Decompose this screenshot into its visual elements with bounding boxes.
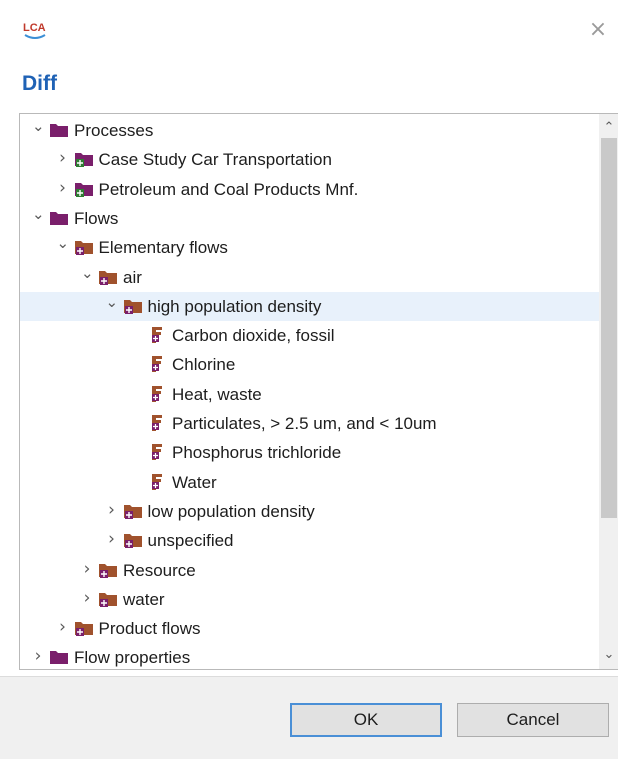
tree-item[interactable]: › Flow properties [20,643,599,669]
elementary-flow-icon [147,385,167,403]
flow-folder-icon [123,297,143,315]
tree-item-label: water [123,589,165,609]
chevron-right-icon[interactable]: › [57,150,69,167]
flow-folder-icon [74,238,94,256]
chevron-right-icon[interactable]: › [106,501,118,518]
tree-item-label: Carbon dioxide, fossil [172,326,335,346]
chevron-right-icon[interactable]: › [81,560,93,577]
tree-item-label: Chlorine [172,355,236,375]
title-bar: LCA × [0,0,618,58]
ok-button[interactable]: OK [290,703,442,737]
tree-item-label: Flows [74,208,119,228]
chevron-right-icon[interactable]: › [57,619,69,636]
tree-item-label: Water [172,472,217,492]
tree-item[interactable]: › water [20,585,599,614]
app-logo-icon: LCA [23,22,46,39]
tree-item[interactable]: Particulates, > 2.5 um, and < 10um [20,409,599,438]
tree-item-label: Particulates, > 2.5 um, and < 10um [172,414,437,433]
tree-item[interactable]: Carbon dioxide, fossil [20,321,599,350]
elementary-flow-icon [147,414,167,432]
tree-item[interactable]: ⌄ Processes [20,116,599,145]
tree-item[interactable]: ⌄ Elementary flows [20,233,599,262]
chevron-right-icon[interactable]: › [57,179,69,196]
chevron-down-icon[interactable]: ⌄ [106,294,119,309]
tree-item-label: Product flows [98,619,201,639]
elementary-flow-icon [147,355,167,373]
process-folder-icon [74,150,94,168]
category-folder-icon [49,648,69,666]
tree-view[interactable]: ⌄ Processes › Case Study Car Transportation… [19,113,618,670]
cancel-button[interactable]: Cancel [457,703,609,737]
tree-item[interactable]: › Product flows [20,614,599,643]
scroll-up-arrow-icon[interactable]: ⌃ [599,118,618,138]
tree-item[interactable]: Water [20,468,599,497]
category-folder-icon [49,121,69,139]
tree-item-label: Flow properties [74,648,191,668]
chevron-down-icon[interactable]: ⌄ [32,206,45,221]
flow-folder-icon [98,561,118,579]
tree-item[interactable]: ⌄ Flows [20,204,599,233]
tree-item-label: air [123,267,142,287]
tree-item[interactable]: ⌄ air [20,263,599,292]
tree-item-label: Petroleum and Coal Products Mnf. [98,179,359,199]
tree-item-label: Heat, waste [172,384,262,404]
elementary-flow-icon [147,443,167,461]
tree-item-label: Processes [74,121,154,140]
scrollbar-thumb[interactable] [601,138,617,518]
tree-item[interactable]: › unspecified [20,526,599,555]
tree-item-label: high population density [147,296,322,316]
tree-item-label: Resource [123,560,196,580]
chevron-down-icon[interactable]: ⌄ [81,265,94,280]
elementary-flow-icon [147,473,167,491]
tree-item[interactable]: › Petroleum and Coal Products Mnf. [20,175,599,204]
svg-text:LCA: LCA [23,22,46,34]
elementary-flow-icon [147,326,167,344]
tree-item-label: Elementary flows [98,238,228,258]
tree-item[interactable]: › low population density [20,497,599,526]
tree-item[interactable]: › Resource [20,556,599,585]
process-folder-icon [74,180,94,198]
tree-item-label: Phosphorus trichloride [172,443,342,463]
chevron-right-icon[interactable]: › [106,531,118,548]
flow-folder-icon [98,268,118,286]
tree-item[interactable]: ⌄ high population density [20,291,599,321]
flow-folder-icon [123,531,143,549]
tree-item[interactable]: Heat, waste [20,380,599,409]
chevron-right-icon[interactable]: › [32,648,44,665]
dialog-title: Diff [22,72,57,95]
flow-folder-icon [98,590,118,608]
flow-folder-icon [123,502,143,520]
chevron-right-icon[interactable]: › [81,589,93,606]
close-icon[interactable]: × [588,19,608,41]
chevron-down-icon[interactable]: ⌄ [32,119,45,134]
vertical-scrollbar[interactable]: ⌃ ⌄ [599,114,618,669]
tree-item[interactable]: Chlorine [20,350,599,379]
tree-item-label: Case Study Car Transportation [98,150,332,170]
tree-item-label: unspecified [147,531,234,551]
tree-item-label: low population density [147,501,315,521]
tree-item[interactable]: Phosphorus trichloride [20,438,599,467]
chevron-down-icon[interactable]: ⌄ [57,236,70,251]
category-folder-icon [49,209,69,227]
tree-item[interactable]: › Case Study Car Transportation [20,145,599,174]
flow-folder-icon [74,619,94,637]
button-bar: OK Cancel [0,676,618,759]
scroll-down-arrow-icon[interactable]: ⌄ [599,645,618,665]
tree-rows: ⌄ Processes › Case Study Car Transportation… [20,114,599,669]
